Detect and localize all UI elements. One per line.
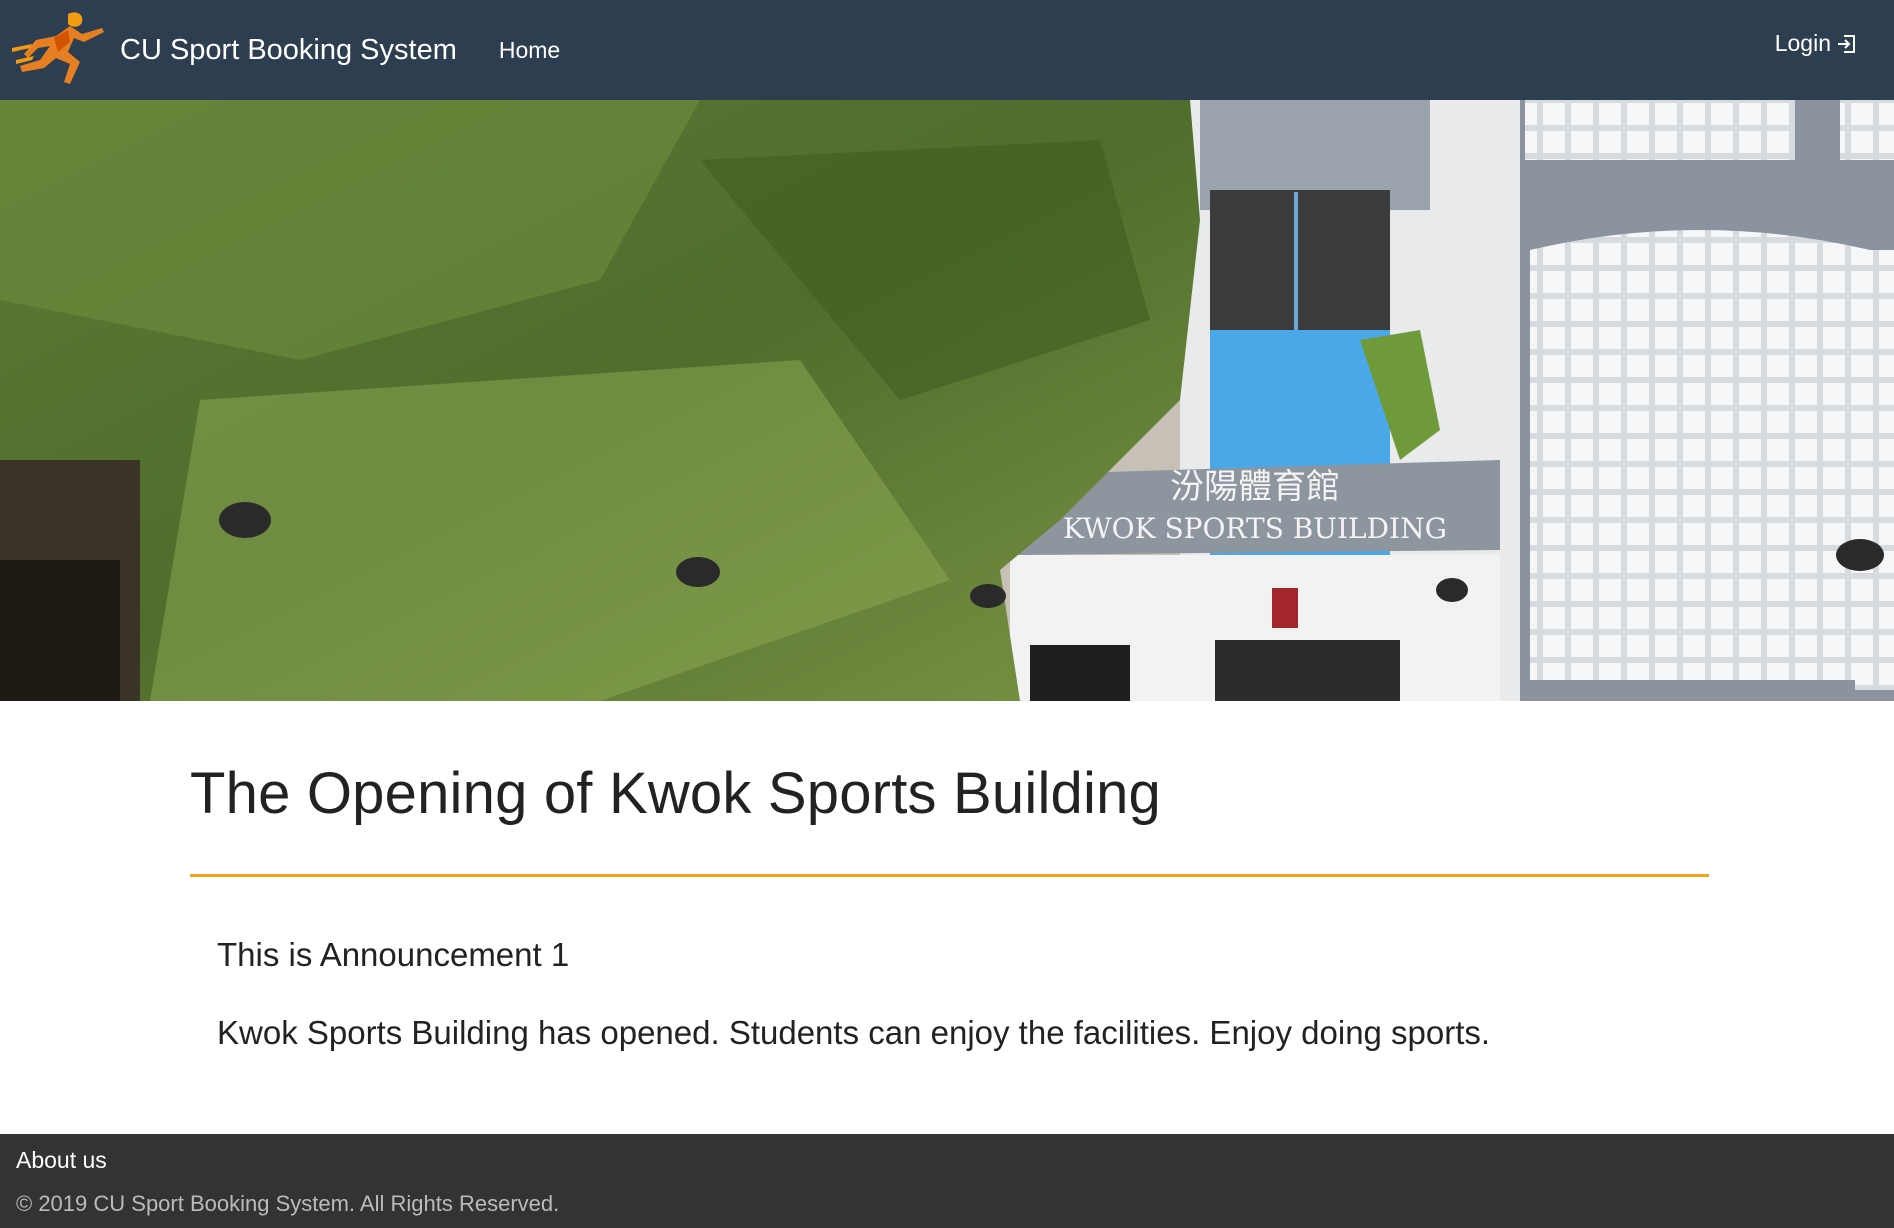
announcement-subtitle: This is Announcement 1 (217, 936, 570, 973)
announcement-title: The Opening of Kwok Sports Building (190, 761, 1161, 826)
hero-image-kwok-sports-building: 汾陽體育館 KWOK SPORTS BUILDING (0, 100, 1894, 701)
about-us-link[interactable]: About us (16, 1147, 107, 1174)
brand-title: CU Sport Booking System (120, 33, 457, 66)
login-label: Login (1774, 30, 1831, 56)
sign-in-icon (1838, 34, 1855, 53)
top-navbar: CU Sport Booking System Home Login (0, 0, 1894, 100)
nav-home-link[interactable]: Home (499, 37, 560, 64)
login-link[interactable]: Login (1775, 30, 1856, 57)
running-man-logo-icon (12, 12, 104, 84)
page-footer: About us © 2019 CU Sport Booking System.… (0, 1134, 1894, 1228)
copyright-text: © 2019 CU Sport Booking System. All Righ… (16, 1191, 560, 1216)
title-divider (190, 874, 1709, 877)
hero-sign-chinese: 汾陽體育館 (1170, 467, 1340, 507)
announcement-body: Kwok Sports Building has opened. Student… (217, 1014, 1491, 1051)
brand-link[interactable]: CU Sport Booking System (10, 8, 457, 92)
hero-sign-english: KWOK SPORTS BUILDING (1063, 512, 1447, 545)
